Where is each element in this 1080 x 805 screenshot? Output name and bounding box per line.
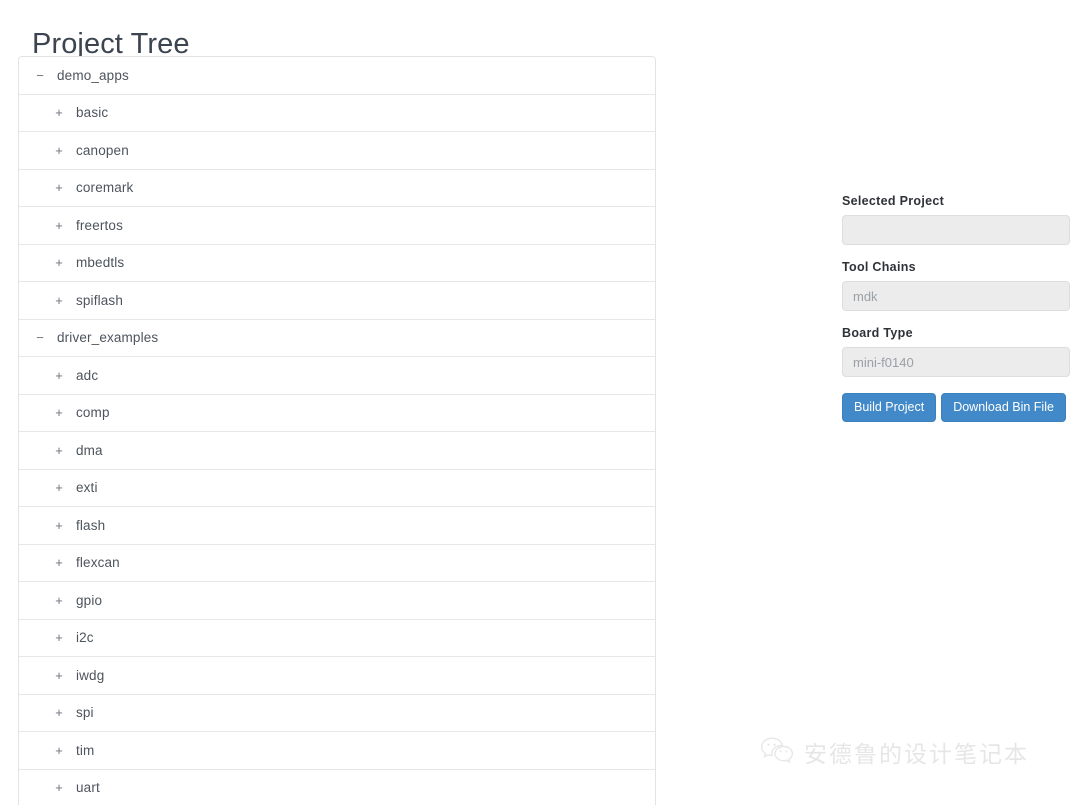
project-config-form: Selected Project Tool Chains Board Type Bui… [842,193,1070,422]
tree-node-spi[interactable]: + spi [19,694,655,732]
expand-icon[interactable]: + [52,256,66,269]
field-label: Board Type [842,326,913,340]
expand-icon[interactable]: + [52,444,66,457]
expand-icon[interactable]: + [52,594,66,607]
expand-icon[interactable]: + [52,631,66,644]
tree-node-dma[interactable]: + dma [19,432,655,470]
field-group: Board Type [842,325,1070,377]
tree-node-basic[interactable]: + basic [19,94,655,132]
tree-node-label: flexcan [76,555,120,571]
expand-icon[interactable]: + [52,219,66,232]
tree-node-label: basic [76,105,109,121]
tree-node-flash[interactable]: + flash [19,507,655,545]
tree-node-iwdg[interactable]: + iwdg [19,657,655,695]
expand-icon[interactable]: + [52,406,66,419]
expand-icon[interactable]: + [52,106,66,119]
tree-node-mbedtls[interactable]: + mbedtls [19,244,655,282]
tree-node-adc[interactable]: + adc [19,357,655,395]
watermark-text: 安德鲁的设计笔记本 [804,742,1029,768]
expand-icon[interactable]: + [52,181,66,194]
tree-node-label: uart [76,780,100,796]
tree-node-label: adc [76,367,99,383]
tree-node-label: gpio [76,592,103,608]
tree-node-label: comp [76,405,110,421]
tree-node-flexcan[interactable]: + flexcan [19,544,655,582]
field-label: Selected Project [842,194,945,208]
tree-node-label: dma [76,442,103,458]
expand-icon[interactable]: + [52,744,66,757]
expand-icon[interactable]: + [52,519,66,532]
tree-node-coremark[interactable]: + coremark [19,169,655,207]
expand-icon[interactable]: + [52,144,66,157]
expand-icon[interactable]: + [52,706,66,719]
tree-node-label: freertos [76,217,123,233]
input-selected-project[interactable] [842,215,1070,245]
tree-node-i2c[interactable]: + i2c [19,619,655,657]
expand-icon[interactable]: + [52,294,66,307]
tree-node-label: spiflash [76,292,123,308]
collapse-icon[interactable]: − [33,331,47,344]
wechat-icon [760,736,794,769]
tree-node-label: canopen [76,142,129,158]
download-bin-file-button[interactable]: Download Bin File [941,393,1066,422]
tree-node-label: mbedtls [76,255,125,271]
expand-icon[interactable]: + [52,556,66,569]
tree-node-canopen[interactable]: + canopen [19,132,655,170]
tree-node-label: demo_apps [57,67,129,83]
tree-node-comp[interactable]: + comp [19,394,655,432]
expand-icon[interactable]: + [52,669,66,682]
expand-icon[interactable]: + [52,369,66,382]
project-tree-panel: − demo_apps + basic + canopen + coremark + freert… [18,56,656,805]
tree-node-label: flash [76,517,106,533]
tree-node-gpio[interactable]: + gpio [19,582,655,620]
tree-node-freertos[interactable]: + freertos [19,207,655,245]
build-project-button[interactable]: Build Project [842,393,937,422]
field-group: Selected Project [842,193,1070,245]
tree-node-uart[interactable]: + uart [19,769,655,805]
tree-node-label: i2c [76,630,94,646]
tree-node-driver_examples[interactable]: − driver_examples [19,319,655,357]
tree-node-label: coremark [76,180,134,196]
input-tool-chains[interactable] [842,281,1070,311]
expand-icon[interactable]: + [52,481,66,494]
collapse-icon[interactable]: − [33,69,47,82]
expand-icon[interactable]: + [52,781,66,794]
tree-node-spiflash[interactable]: + spiflash [19,282,655,320]
field-label: Tool Chains [842,260,916,274]
field-group: Tool Chains [842,259,1070,311]
tree-node-label: tim [76,742,95,758]
tree-node-tim[interactable]: + tim [19,732,655,770]
tree-node-label: spi [76,705,94,721]
tree-node-label: iwdg [76,667,105,683]
tree-node-label: exti [76,480,98,496]
tree-node-demo_apps[interactable]: − demo_apps [19,57,655,95]
tree-node-label: driver_examples [57,330,159,346]
input-board-type[interactable] [842,347,1070,377]
tree-node-exti[interactable]: + exti [19,469,655,507]
action-button-row: Build Project Download Bin File [842,393,1070,422]
project-tree-page: Project Tree − demo_apps + basic + canopen + co… [0,0,1080,805]
watermark: 安德鲁的设计笔记本 [760,735,1029,769]
